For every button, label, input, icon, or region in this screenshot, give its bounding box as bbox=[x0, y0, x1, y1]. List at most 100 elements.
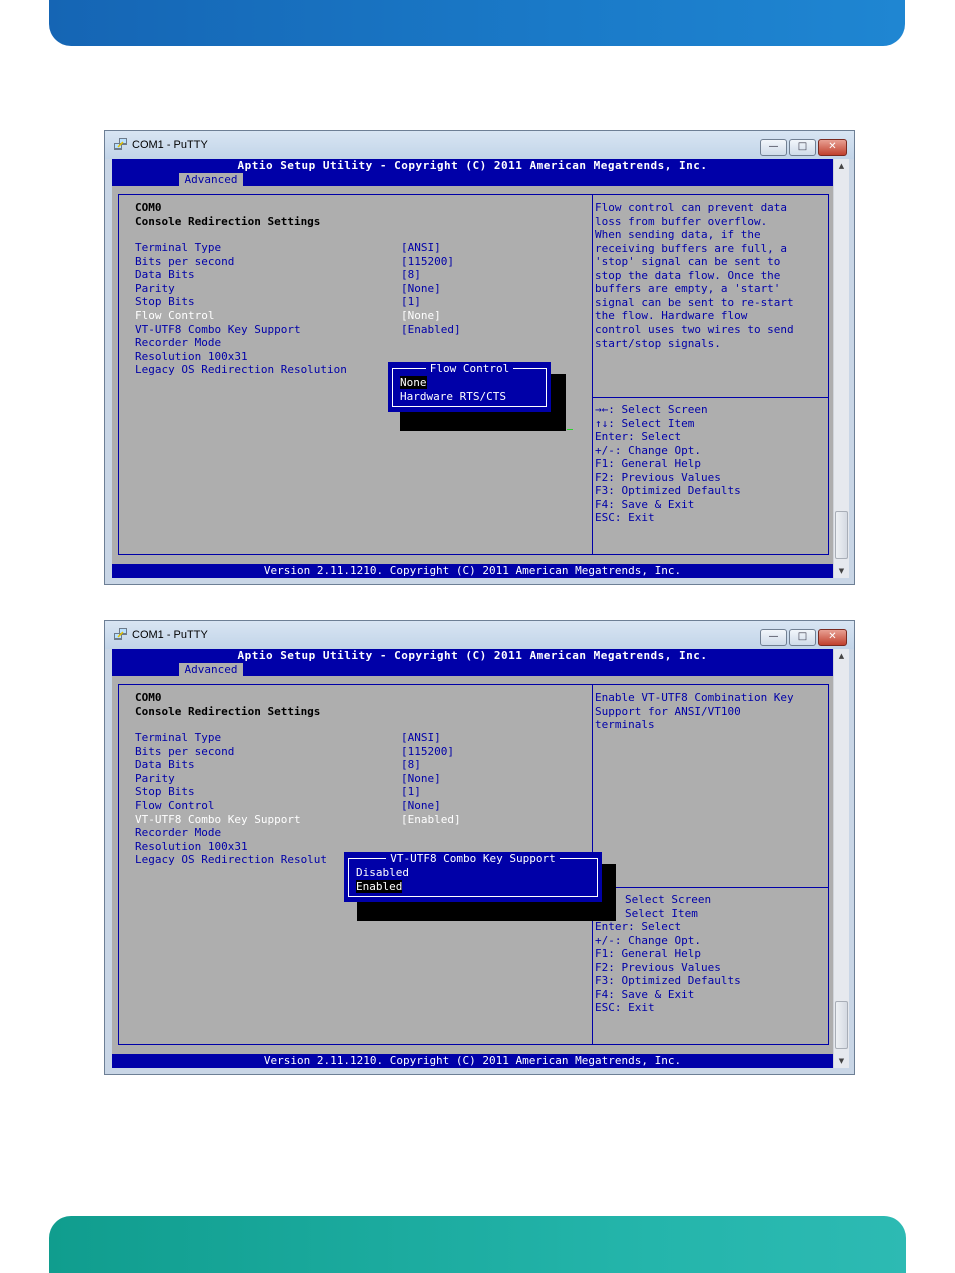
help-text-line: buffers are empty, a 'start' bbox=[595, 282, 781, 296]
setting-value[interactable]: [1] bbox=[401, 295, 421, 308]
key-help-line: F3: Optimized Defaults bbox=[595, 974, 741, 988]
help-text-line: When sending data, if the bbox=[595, 228, 761, 242]
section-title: Console Redirection Settings bbox=[135, 704, 321, 718]
setting-value[interactable]: [115200] bbox=[401, 255, 454, 268]
setting-label[interactable]: Data Bits bbox=[135, 268, 195, 281]
help-text-line: the flow. Hardware flow bbox=[595, 309, 748, 323]
setting-label[interactable]: Flow Control bbox=[135, 309, 214, 322]
bios-header: Aptio Setup Utility - Copyright (C) 2011… bbox=[112, 159, 833, 186]
help-text-line: loss from buffer overflow. bbox=[595, 214, 768, 228]
close-icon[interactable]: ✕ bbox=[818, 139, 847, 156]
tab-advanced[interactable]: Advanced bbox=[179, 173, 243, 186]
setting-value[interactable]: [8] bbox=[401, 758, 421, 771]
setting-value[interactable]: [Enabled] bbox=[401, 813, 461, 826]
close-icon[interactable]: ✕ bbox=[818, 629, 847, 646]
bios-footer: Version 2.11.1210. Copyright (C) 2011 Am… bbox=[112, 564, 833, 578]
setting-value[interactable]: [115200] bbox=[401, 745, 454, 758]
popup-option[interactable]: Hardware RTS/CTS bbox=[400, 390, 506, 403]
setting-label[interactable]: Parity bbox=[135, 772, 175, 785]
popup-title: VT-UTF8 Combo Key Support bbox=[344, 852, 602, 865]
setting-label[interactable]: Bits per second bbox=[135, 745, 234, 758]
putty-window-2: COM1 - PuTTY — □ ✕ Aptio Setup Utility -… bbox=[104, 620, 855, 1075]
option-popup[interactable]: Flow Control None Hardware RTS/CTS bbox=[388, 362, 551, 412]
setting-label[interactable]: Parity bbox=[135, 282, 175, 295]
setting-label[interactable]: Resolution 100x31 bbox=[135, 350, 248, 363]
setting-label[interactable]: VT-UTF8 Combo Key Support bbox=[135, 323, 301, 336]
minimize-icon[interactable]: — bbox=[760, 629, 787, 646]
help-text-line: start/stop signals. bbox=[595, 336, 721, 350]
help-text-line: Enable VT-UTF8 Combination Key bbox=[595, 691, 794, 704]
help-text-line: control uses two wires to send bbox=[595, 322, 794, 336]
scroll-up-arrow-icon[interactable]: ▲ bbox=[834, 649, 849, 663]
bios-title: Aptio Setup Utility - Copyright (C) 2011… bbox=[237, 649, 708, 662]
setting-value[interactable]: [None] bbox=[401, 309, 441, 322]
key-help-line: Enter: Select bbox=[595, 920, 682, 934]
scroll-thumb[interactable] bbox=[835, 511, 848, 559]
bios-console[interactable]: Aptio Setup Utility - Copyright (C) 2011… bbox=[112, 649, 833, 1068]
key-help-line: F1: General Help bbox=[595, 457, 701, 471]
key-help-line: F3: Optimized Defaults bbox=[595, 484, 741, 498]
bios-console[interactable]: Aptio Setup Utility - Copyright (C) 2011… bbox=[112, 159, 833, 578]
key-help-line: F4: Save & Exit bbox=[595, 497, 695, 511]
help-text-line: 'stop' signal can be sent to bbox=[595, 255, 781, 269]
setting-value[interactable]: [None] bbox=[401, 772, 441, 785]
setting-label[interactable]: Terminal Type bbox=[135, 731, 221, 744]
section-port: COM0 bbox=[135, 691, 162, 704]
setting-label[interactable]: Stop Bits bbox=[135, 295, 195, 308]
setting-value[interactable]: [1] bbox=[401, 785, 421, 798]
cursor-marker bbox=[567, 429, 573, 430]
help-divider bbox=[592, 887, 829, 888]
scroll-down-arrow-icon[interactable]: ▼ bbox=[834, 564, 849, 578]
popup-option[interactable]: Enabled bbox=[356, 879, 403, 893]
setting-value[interactable]: [8] bbox=[401, 268, 421, 281]
setting-label[interactable]: Legacy OS Redirection Resolut bbox=[135, 853, 327, 866]
title-bar[interactable]: COM1 - PuTTY — □ ✕ bbox=[105, 621, 854, 649]
maximize-icon[interactable]: □ bbox=[789, 139, 816, 156]
setting-label[interactable]: Recorder Mode bbox=[135, 336, 221, 349]
option-popup[interactable]: VT-UTF8 Combo Key Support Disabled Enabled bbox=[344, 852, 602, 902]
title-bar[interactable]: COM1 - PuTTY — □ ✕ bbox=[105, 131, 854, 159]
minimize-icon[interactable]: — bbox=[760, 139, 787, 156]
setting-label[interactable]: Resolution 100x31 bbox=[135, 840, 248, 853]
key-help-line: →←: Select Screen bbox=[595, 403, 708, 416]
scroll-up-arrow-icon[interactable]: ▲ bbox=[834, 159, 849, 173]
key-help-line: ↑↓: Select Item bbox=[595, 416, 695, 430]
key-help-line: ESC: Exit bbox=[595, 1001, 655, 1015]
key-help-line: Select Screen bbox=[625, 893, 712, 906]
footer-banner bbox=[49, 1216, 906, 1273]
setting-value[interactable]: [Enabled] bbox=[401, 323, 461, 336]
setting-value[interactable]: [None] bbox=[401, 799, 441, 812]
key-help-line: +/-: Change Opt. bbox=[595, 443, 701, 457]
scroll-thumb[interactable] bbox=[835, 1001, 848, 1049]
popup-option[interactable]: Disabled bbox=[356, 866, 409, 879]
setting-label[interactable]: Legacy OS Redirection Resolution bbox=[135, 363, 347, 376]
scroll-down-arrow-icon[interactable]: ▼ bbox=[834, 1054, 849, 1068]
setting-value[interactable]: [None] bbox=[401, 282, 441, 295]
bios-footer: Version 2.11.1210. Copyright (C) 2011 Am… bbox=[112, 1054, 833, 1068]
popup-option[interactable]: None bbox=[400, 376, 427, 389]
setting-label[interactable]: Flow Control bbox=[135, 799, 214, 812]
key-help-line: F1: General Help bbox=[595, 947, 701, 961]
key-help-line: +/-: Change Opt. bbox=[595, 933, 701, 947]
setting-label[interactable]: VT-UTF8 Combo Key Support bbox=[135, 813, 301, 826]
help-text-line: Flow control can prevent data bbox=[595, 201, 788, 214]
maximize-icon[interactable]: □ bbox=[789, 629, 816, 646]
header-banner bbox=[49, 0, 905, 46]
help-text-line: receiving buffers are full, a bbox=[595, 241, 788, 255]
setting-label[interactable]: Stop Bits bbox=[135, 785, 195, 798]
key-help-line: Select Item bbox=[625, 906, 698, 920]
help-divider bbox=[592, 397, 829, 398]
setting-value[interactable]: [ANSI] bbox=[401, 731, 441, 744]
tab-advanced[interactable]: Advanced bbox=[179, 663, 243, 676]
setting-label[interactable]: Recorder Mode bbox=[135, 826, 221, 839]
setting-label[interactable]: Data Bits bbox=[135, 758, 195, 771]
help-text-line: Support for ANSI/VT100 bbox=[595, 704, 741, 718]
help-text-line: signal can be sent to re-start bbox=[595, 295, 794, 309]
scrollbar[interactable]: ▲ ▼ bbox=[833, 649, 849, 1068]
scrollbar[interactable]: ▲ ▼ bbox=[833, 159, 849, 578]
window-title: COM1 - PuTTY bbox=[132, 629, 208, 641]
setting-label[interactable]: Bits per second bbox=[135, 255, 234, 268]
setting-value[interactable]: [ANSI] bbox=[401, 241, 441, 254]
setting-label[interactable]: Terminal Type bbox=[135, 241, 221, 254]
column-divider bbox=[592, 194, 593, 555]
